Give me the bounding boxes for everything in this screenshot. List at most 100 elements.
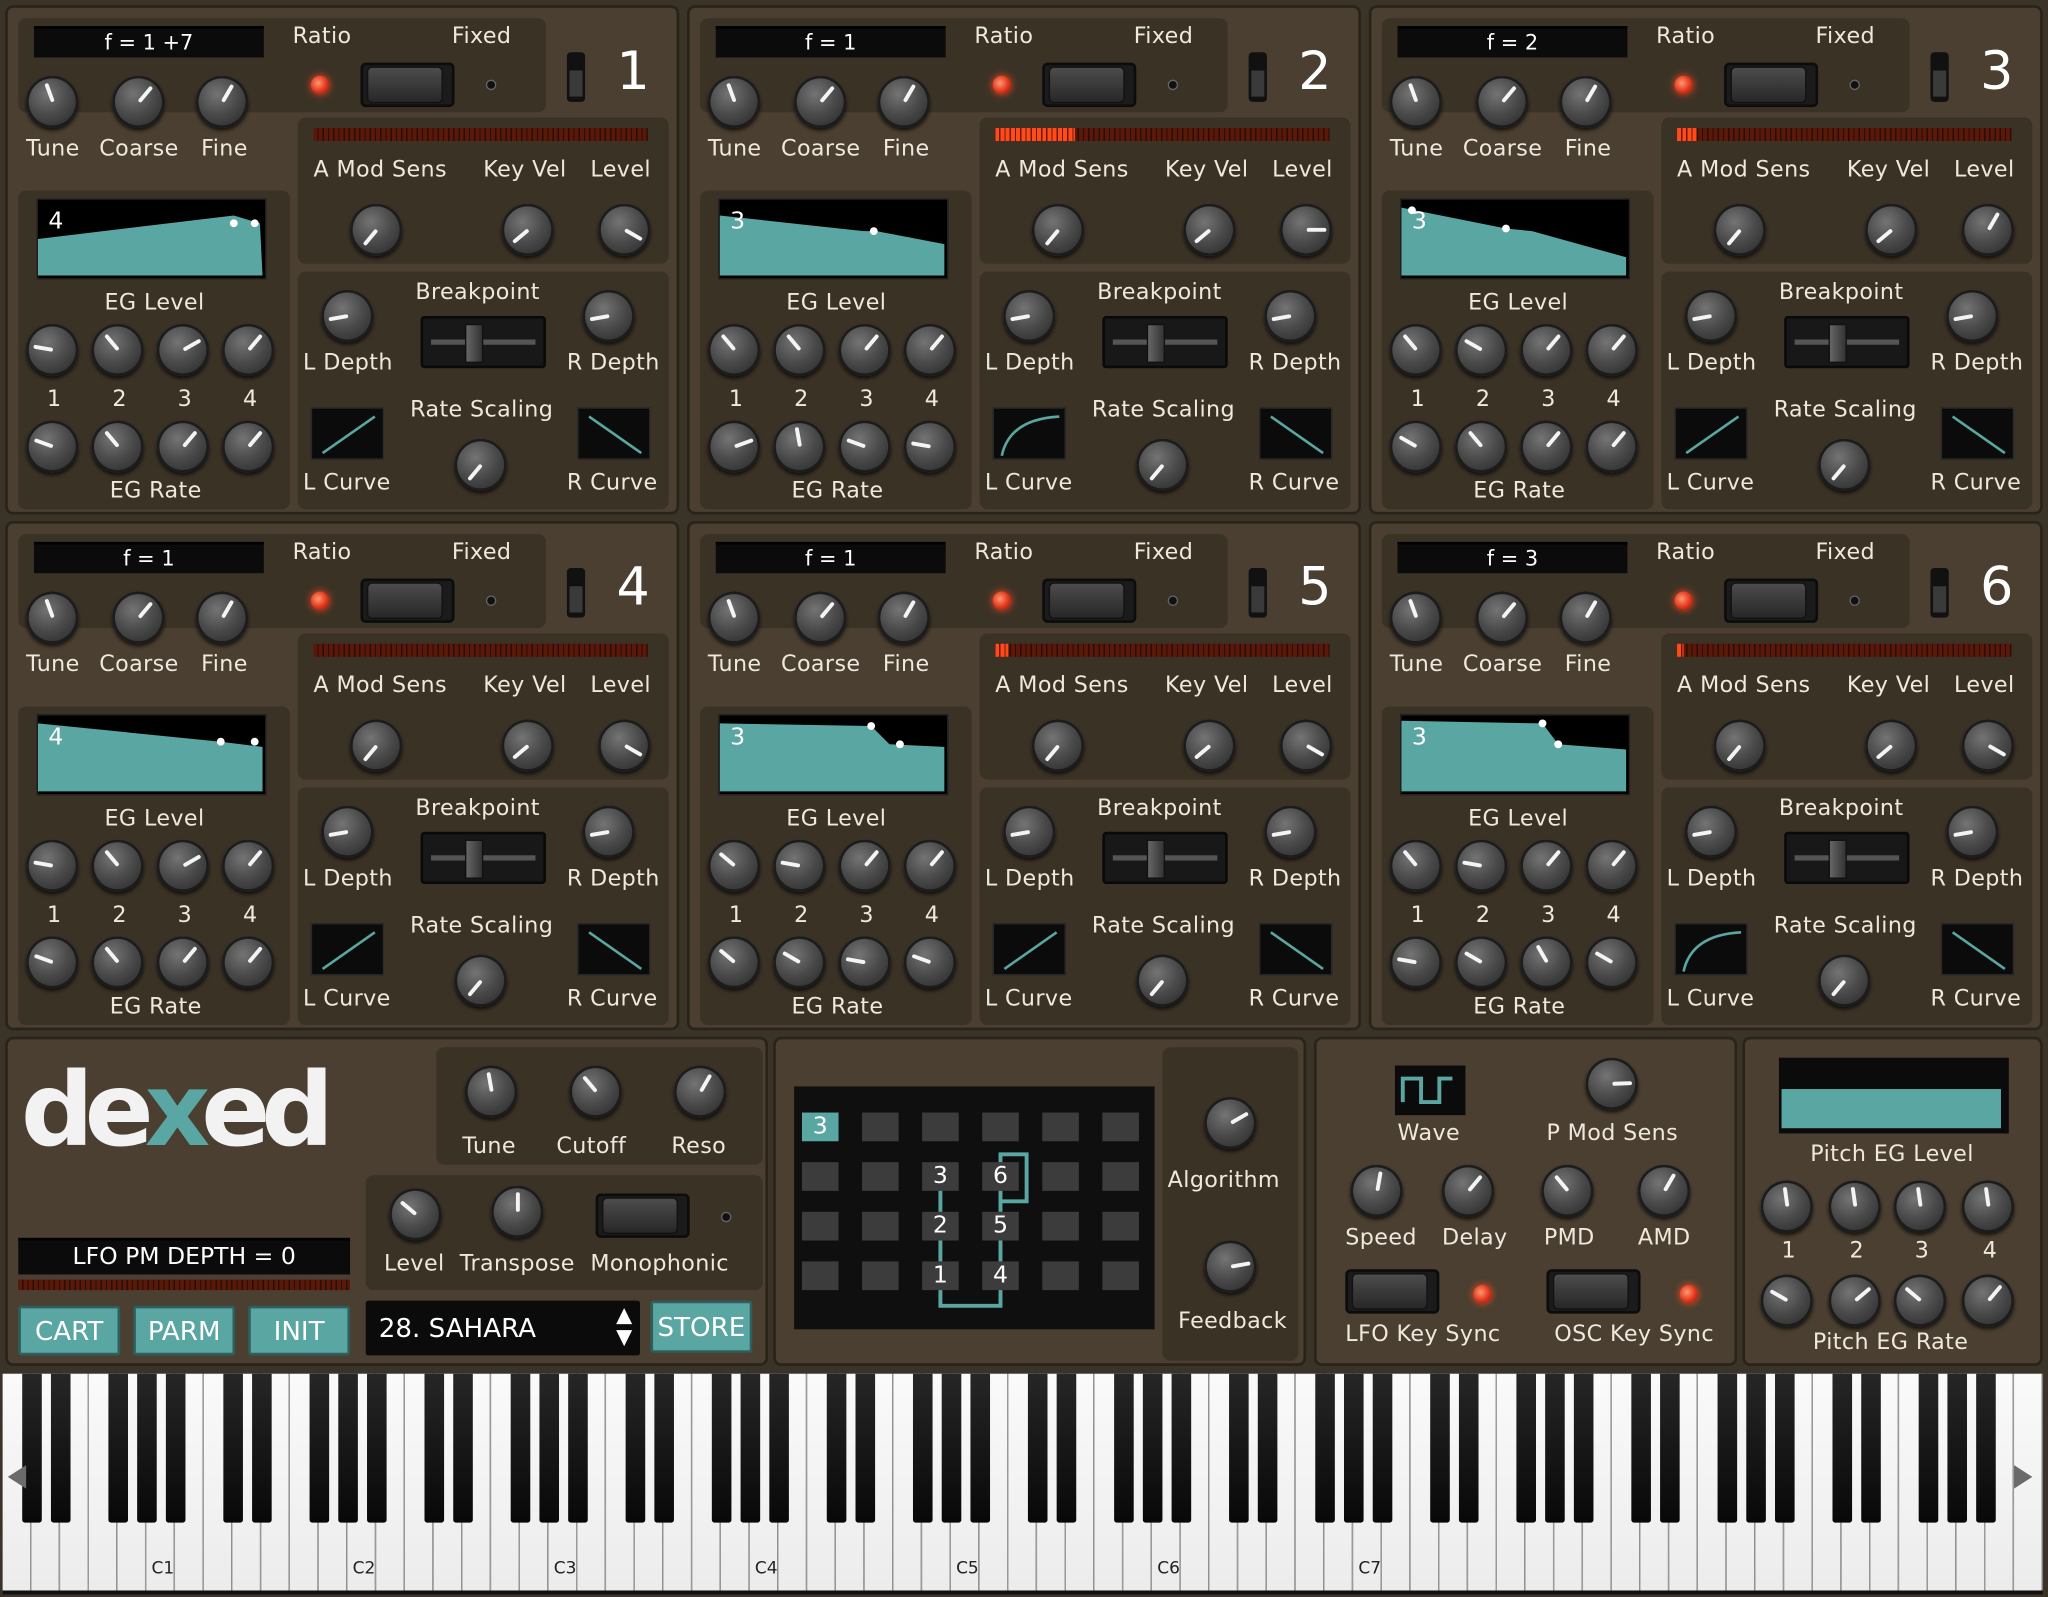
algorithm-knob[interactable] [1204, 1096, 1257, 1150]
operator-1-breakpoint-slider[interactable] [420, 316, 546, 369]
operator-4-l-depth-knob[interactable] [321, 805, 374, 858]
operator-6-eg-rate-3-knob[interactable] [1520, 936, 1573, 989]
operator-6-eg-level-2-knob[interactable] [1455, 839, 1508, 892]
p-mod-sens-knob[interactable] [1585, 1057, 1638, 1110]
operator-2-coarse-knob[interactable] [794, 75, 847, 128]
operator-2-r-depth-knob[interactable] [1264, 289, 1317, 343]
operator-5-eg-rate-2-knob[interactable] [773, 936, 826, 989]
operator-3-l-depth-knob[interactable] [1684, 289, 1738, 343]
operator-3-eg-level-2-knob[interactable] [1455, 323, 1508, 377]
operator-5-eg-rate-4-knob[interactable] [903, 936, 957, 989]
black-key[interactable] [367, 1373, 387, 1523]
operator-1-enable-switch[interactable] [566, 52, 586, 102]
black-key[interactable] [1516, 1373, 1536, 1523]
black-key[interactable] [1430, 1373, 1450, 1523]
operator-4-coarse-knob[interactable] [112, 591, 165, 644]
black-key[interactable] [912, 1373, 933, 1523]
operator-1-a-mod-sens-knob[interactable] [350, 203, 403, 256]
operator-1-key-vel-knob[interactable] [501, 203, 554, 256]
operator-2-key-vel-knob[interactable] [1183, 203, 1236, 256]
black-key[interactable] [1660, 1373, 1680, 1523]
operator-4-r-curve-display[interactable] [577, 923, 651, 976]
store-button[interactable]: STORE [650, 1300, 753, 1353]
pitch-eg-level-4-knob[interactable] [1961, 1180, 2015, 1233]
black-key[interactable] [1746, 1373, 1766, 1523]
operator-1-r-depth-knob[interactable] [582, 289, 635, 343]
keyboard-scroll-right-icon[interactable] [2014, 1465, 2033, 1489]
operator-6-output-level-knob[interactable] [1961, 719, 2015, 772]
operator-2-enable-switch[interactable] [1248, 52, 1267, 102]
operator-5-eg-level-2-knob[interactable] [773, 839, 826, 892]
operator-5-output-level-knob[interactable] [1279, 719, 1333, 772]
operator-5-eg-level-1-knob[interactable] [707, 839, 761, 892]
black-key[interactable] [1315, 1373, 1335, 1523]
operator-2-output-level-knob[interactable] [1279, 203, 1333, 256]
operator-3-rate-scaling-knob[interactable] [1818, 438, 1871, 491]
operator-4-r-depth-knob[interactable] [582, 805, 635, 858]
operator-3-tune-knob[interactable] [1389, 75, 1442, 128]
operator-2-eg-level-2-knob[interactable] [773, 323, 826, 377]
operator-3-r-curve-display[interactable] [1940, 407, 2015, 460]
amd-knob[interactable] [1637, 1164, 1691, 1218]
operator-1-l-depth-knob[interactable] [321, 289, 374, 343]
operator-2-a-mod-sens-knob[interactable] [1031, 203, 1085, 256]
master-tune-knob[interactable] [464, 1065, 518, 1118]
program-updown-icon[interactable]: ▲ ▼ [616, 1303, 632, 1347]
black-key[interactable] [1861, 1373, 1881, 1523]
operator-2-l-curve-display[interactable] [992, 407, 1066, 460]
operator-1-eg-level-3-knob[interactable] [156, 323, 209, 377]
black-key[interactable] [1545, 1373, 1565, 1523]
lfo-speed-knob[interactable] [1350, 1164, 1403, 1218]
operator-1-r-curve-display[interactable] [577, 407, 651, 460]
operator-6-rate-scaling-knob[interactable] [1818, 954, 1871, 1007]
black-key[interactable] [1631, 1373, 1651, 1523]
operator-5-eg-level-4-knob[interactable] [903, 839, 957, 892]
black-key[interactable] [309, 1373, 330, 1523]
black-key[interactable] [252, 1373, 272, 1523]
pitch-eg-level-2-knob[interactable] [1828, 1180, 1881, 1233]
pitch-eg-rate-3-knob[interactable] [1893, 1274, 1947, 1327]
black-key[interactable] [568, 1373, 588, 1523]
black-key[interactable] [1976, 1373, 1996, 1523]
operator-4-mode-switch[interactable] [360, 578, 455, 623]
operator-3-eg-rate-4-knob[interactable] [1585, 420, 1638, 473]
black-key[interactable] [711, 1373, 732, 1523]
program-selector[interactable]: 28. SAHARA ▲ ▼ [365, 1300, 640, 1356]
operator-3-output-level-knob[interactable] [1961, 203, 2015, 256]
lfo-wave-display[interactable] [1394, 1065, 1466, 1116]
black-key[interactable] [1918, 1373, 1939, 1523]
lfo-key-sync-switch[interactable] [1345, 1269, 1440, 1314]
black-key[interactable] [108, 1373, 128, 1523]
black-key[interactable] [941, 1373, 962, 1523]
operator-3-enable-switch[interactable] [1930, 52, 1949, 102]
operator-2-eg-level-4-knob[interactable] [903, 323, 957, 377]
operator-2-rate-scaling-knob[interactable] [1136, 438, 1189, 491]
operator-4-rate-scaling-knob[interactable] [454, 954, 507, 1007]
operator-1-mode-switch[interactable] [360, 62, 455, 108]
black-key[interactable] [625, 1373, 646, 1523]
operator-4-tune-knob[interactable] [26, 591, 79, 644]
black-key[interactable] [1171, 1373, 1192, 1523]
operator-5-a-mod-sens-knob[interactable] [1031, 719, 1085, 772]
operator-2-r-curve-display[interactable] [1259, 407, 1333, 460]
black-key[interactable] [1343, 1373, 1364, 1523]
black-key[interactable] [510, 1373, 531, 1523]
operator-4-enable-switch[interactable] [566, 568, 586, 618]
operator-1-rate-scaling-knob[interactable] [454, 438, 507, 491]
operator-5-r-curve-display[interactable] [1259, 923, 1333, 976]
operator-6-l-depth-knob[interactable] [1684, 805, 1738, 858]
pmd-knob[interactable] [1541, 1164, 1594, 1218]
black-key[interactable] [970, 1373, 991, 1523]
operator-6-eg-rate-2-knob[interactable] [1455, 936, 1508, 989]
operator-5-enable-switch[interactable] [1248, 568, 1267, 618]
operator-6-fine-knob[interactable] [1559, 591, 1612, 644]
operator-3-eg-rate-1-knob[interactable] [1389, 420, 1442, 473]
operator-2-eg-rate-2-knob[interactable] [773, 420, 826, 473]
operator-4-eg-level-2-knob[interactable] [91, 839, 144, 892]
pitch-eg-rate-2-knob[interactable] [1828, 1274, 1881, 1327]
black-key[interactable] [1775, 1373, 1795, 1523]
operator-5-eg-level-3-knob[interactable] [838, 839, 891, 892]
operator-2-eg-rate-1-knob[interactable] [707, 420, 761, 473]
black-key[interactable] [1947, 1373, 1968, 1523]
operator-3-r-depth-knob[interactable] [1946, 289, 1999, 343]
